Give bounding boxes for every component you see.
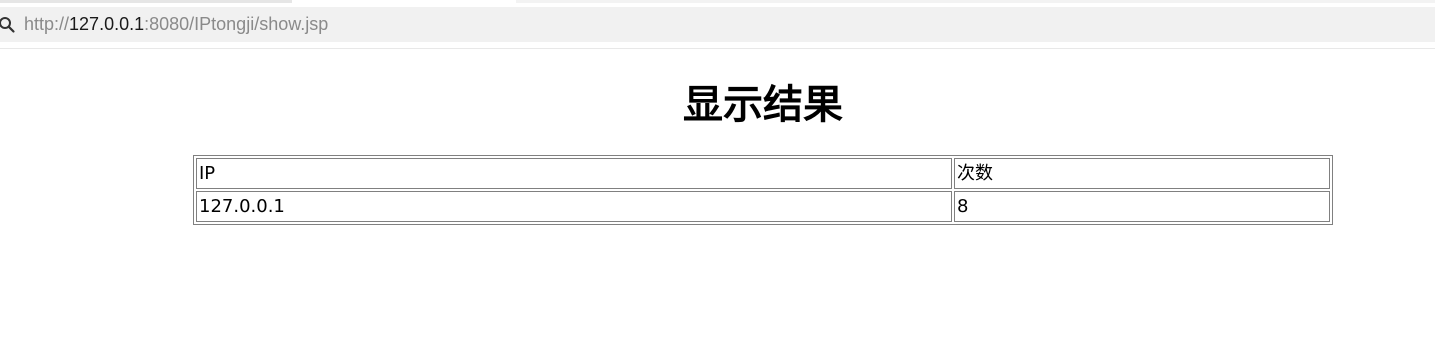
search-icon [0, 17, 15, 33]
address-bar[interactable]: http://127.0.0.1:8080/IPtongji/show.jsp [0, 7, 1435, 42]
table-header-row: IP 次数 [196, 158, 1330, 189]
cell-count: 8 [954, 191, 1330, 222]
page-title: 显示结果 [683, 82, 843, 128]
url-text[interactable]: http://127.0.0.1:8080/IPtongji/show.jsp [24, 14, 328, 34]
url-scheme: http:// [24, 14, 70, 34]
tab-edge[interactable] [0, 0, 292, 3]
result-table: IP 次数 127.0.0.1 8 [193, 155, 1333, 225]
table-row: 127.0.0.1 8 [196, 191, 1330, 222]
header-cell-ip: IP [196, 158, 952, 189]
header-cell-count: 次数 [954, 158, 1330, 189]
cell-ip: 127.0.0.1 [196, 191, 952, 222]
tab-strip-edge [516, 0, 1435, 3]
toolbar-divider [0, 48, 1435, 49]
url-path: :8080/IPtongji/show.jsp [144, 14, 329, 34]
tab-strip [0, 0, 1435, 3]
url-host: 127.0.0.1 [69, 14, 145, 34]
